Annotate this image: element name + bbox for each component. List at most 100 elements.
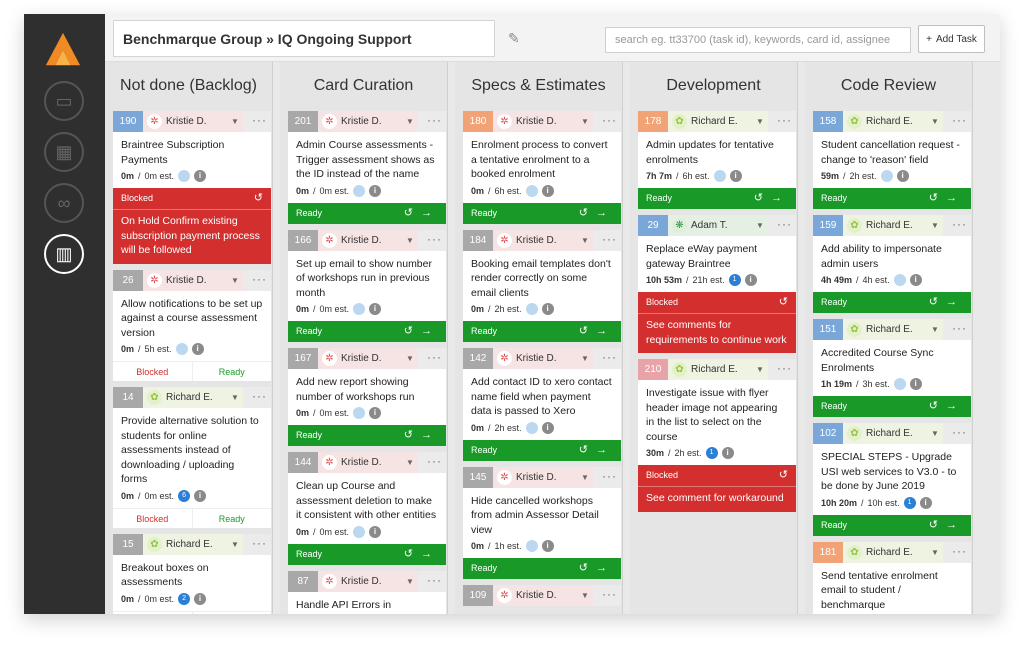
blocked-button[interactable]: Blocked xyxy=(113,611,193,614)
edit-icon[interactable]: ✎ xyxy=(508,30,524,46)
chevron-down-icon[interactable]: ▼ xyxy=(231,387,239,408)
blocked-status-bar[interactable]: Blocked ↺ xyxy=(638,465,796,486)
card-id[interactable]: 26 xyxy=(113,269,143,291)
undo-icon[interactable]: ↺ xyxy=(929,192,946,204)
card-id[interactable]: 184 xyxy=(463,229,493,251)
task-card[interactable]: 87 ✲ Kristie D. ▼ ··· Handle API Errors in xyxy=(288,570,446,614)
chevron-down-icon[interactable]: ▼ xyxy=(581,585,589,606)
card-title[interactable]: SPECIAL STEPS - Upgrade USI web services… xyxy=(813,444,971,497)
task-card[interactable]: 201 ✲ Kristie D. ▼ ··· Admin Course assessmen… xyxy=(288,111,446,224)
more-icon[interactable]: ··· xyxy=(952,215,967,234)
arrow-right-icon[interactable]: → xyxy=(421,207,440,219)
more-icon[interactable]: ··· xyxy=(252,534,267,553)
ready-status-bar[interactable]: Ready ↺→ xyxy=(813,514,971,536)
blocked-status-bar[interactable]: Blocked ↺ xyxy=(113,188,271,209)
comment-bubble-icon[interactable] xyxy=(175,343,188,355)
comment-bubble-icon[interactable] xyxy=(880,170,893,182)
calendar-grid-icon[interactable]: ▦ xyxy=(44,132,84,172)
comment-bubble-icon[interactable]: 1 xyxy=(705,447,718,459)
arrow-right-icon[interactable]: → xyxy=(596,207,615,219)
ready-status-bar[interactable]: Ready ↺→ xyxy=(288,543,446,565)
arrow-right-icon[interactable]: → xyxy=(596,444,615,456)
info-icon[interactable]: i xyxy=(541,303,554,315)
comment-bubble-icon[interactable] xyxy=(353,525,366,538)
task-card[interactable]: 142 ✲ Kristie D. ▼ ··· Add contact ID to xero… xyxy=(463,348,621,461)
more-icon[interactable]: ··· xyxy=(252,387,267,406)
card-title[interactable]: Booking email templates don't render cor… xyxy=(463,251,621,304)
info-icon[interactable]: i xyxy=(194,170,207,182)
more-icon[interactable]: ··· xyxy=(427,111,442,130)
undo-icon[interactable]: ↺ xyxy=(929,296,946,308)
arrow-right-icon[interactable]: → xyxy=(946,296,965,308)
ready-status-bar[interactable]: Ready ↺→ xyxy=(463,321,621,342)
card-id[interactable]: 166 xyxy=(288,229,318,251)
undo-icon[interactable]: ↺ xyxy=(404,548,421,560)
chevron-down-icon[interactable]: ▼ xyxy=(756,215,764,236)
card-title[interactable]: Breakout boxes on assessments xyxy=(113,555,271,593)
arrow-right-icon[interactable]: → xyxy=(946,400,965,412)
ready-button[interactable]: Ready xyxy=(193,362,272,381)
card-title[interactable]: Enrolment process to convert a tentative… xyxy=(463,132,621,185)
more-icon[interactable]: ··· xyxy=(777,111,792,130)
task-card[interactable]: 184 ✲ Kristie D. ▼ ··· Booking email template… xyxy=(463,229,621,342)
card-title[interactable]: Send tentative enrolment email to studen… xyxy=(813,563,971,615)
task-card[interactable]: 181 ✿ Richard E. ▼ ··· Send tentative enrolme… xyxy=(813,541,971,615)
ready-status-bar[interactable]: Ready ↺→ xyxy=(638,188,796,209)
card-title[interactable]: Admin Course assessments - Trigger asses… xyxy=(288,132,446,185)
card-id[interactable]: 144 xyxy=(288,452,318,473)
card-id[interactable]: 167 xyxy=(288,348,318,369)
card-title[interactable]: Add ability to impersonate admin users xyxy=(813,236,971,274)
assignee-name[interactable]: Kristie D. xyxy=(166,111,207,132)
task-card[interactable]: 26 ✲ Kristie D. ▼ ··· Allow notifications to … xyxy=(113,269,272,381)
more-icon[interactable]: ··· xyxy=(602,111,617,130)
assignee-name[interactable]: Richard E. xyxy=(866,423,913,444)
card-id[interactable]: 181 xyxy=(813,541,843,563)
task-card[interactable]: 151 ✿ Richard E. ▼ ··· Accredited Course Sync… xyxy=(813,319,971,417)
task-card[interactable]: 158 ✿ Richard E. ▼ ··· Student cancellation r… xyxy=(813,111,971,209)
infinity-icon[interactable]: ∞ xyxy=(44,183,84,223)
arrow-right-icon[interactable]: → xyxy=(946,192,965,204)
arrow-right-icon[interactable]: → xyxy=(596,325,615,337)
card-id[interactable]: 145 xyxy=(463,466,493,488)
comment-bubble-icon[interactable] xyxy=(525,421,538,434)
more-icon[interactable]: ··· xyxy=(252,270,267,289)
card-title[interactable]: Accredited Course Sync Enrolments xyxy=(813,340,971,378)
assignee-name[interactable]: Kristie D. xyxy=(516,467,557,488)
info-icon[interactable]: i xyxy=(541,540,554,552)
chevron-down-icon[interactable]: ▼ xyxy=(231,111,239,132)
more-icon[interactable]: ··· xyxy=(952,423,967,442)
info-icon[interactable]: i xyxy=(541,421,554,434)
comment-bubble-icon[interactable]: 6 xyxy=(178,489,191,502)
calendar-icon[interactable]: ▭ xyxy=(44,81,84,121)
info-icon[interactable]: i xyxy=(729,170,742,182)
more-icon[interactable]: ··· xyxy=(427,230,442,249)
card-id[interactable]: 29 xyxy=(638,215,668,236)
comment-bubble-icon[interactable] xyxy=(525,184,538,197)
more-icon[interactable]: ··· xyxy=(777,359,792,378)
comment-bubble-icon[interactable] xyxy=(353,407,366,419)
arrow-right-icon[interactable]: → xyxy=(421,325,440,337)
ready-status-bar[interactable]: Ready ↺→ xyxy=(288,202,446,224)
ready-status-bar[interactable]: Ready ↺→ xyxy=(463,202,621,224)
undo-icon[interactable]: ↺ xyxy=(579,325,596,337)
task-card[interactable]: 167 ✲ Kristie D. ▼ ··· Add new report showing… xyxy=(288,348,446,446)
card-id[interactable]: 109 xyxy=(463,585,493,606)
task-card[interactable]: 15 ✿ Richard E. ▼ ··· Breakout boxes on asses… xyxy=(113,533,271,614)
card-id[interactable]: 159 xyxy=(813,215,843,236)
blocked-button[interactable]: Blocked xyxy=(113,362,193,381)
search-input[interactable]: search eg. tt33700 (task id), keywords, … xyxy=(605,27,911,53)
chevron-down-icon[interactable]: ▼ xyxy=(406,571,414,592)
card-id[interactable]: 14 xyxy=(113,387,143,408)
ready-status-bar[interactable]: Ready ↺→ xyxy=(463,558,621,579)
project-title[interactable]: Benchmarque Group » IQ Ongoing Support xyxy=(113,20,495,57)
card-id[interactable]: 178 xyxy=(638,111,668,132)
undo-icon[interactable]: ↺ xyxy=(754,192,771,204)
undo-icon[interactable]: ↺ xyxy=(404,207,421,219)
card-title[interactable]: Add contact ID to xero contact name fiel… xyxy=(463,369,621,422)
undo-icon[interactable]: ↺ xyxy=(779,292,788,313)
task-card[interactable]: 144 ✲ Kristie D. ▼ ··· Clean up Course and as… xyxy=(288,452,446,565)
assignee-name[interactable]: Kristie D. xyxy=(516,111,557,132)
comment-bubble-icon[interactable] xyxy=(713,170,726,182)
info-icon[interactable]: i xyxy=(191,343,204,355)
card-title[interactable]: Investigate issue with flyer header imag… xyxy=(638,380,796,447)
